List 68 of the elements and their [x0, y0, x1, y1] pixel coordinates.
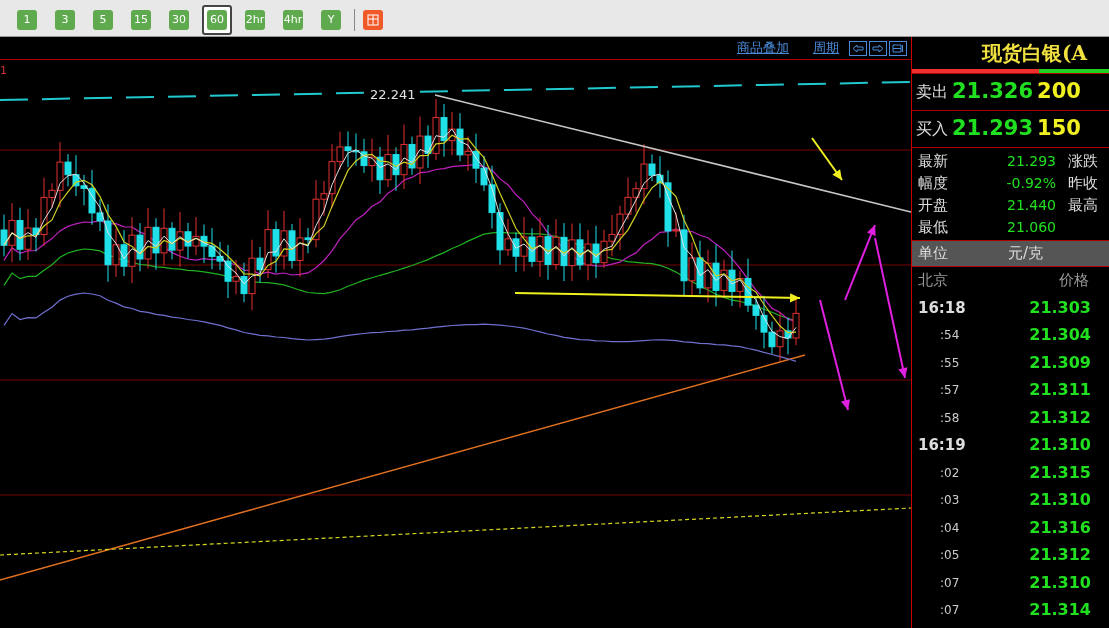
tick-time: :04	[939, 519, 960, 537]
time-header: 北京	[918, 270, 948, 292]
chart-link[interactable]: 周期	[813, 38, 839, 58]
tick-price: 21.304	[1029, 324, 1091, 347]
tick-price: 21.310	[1029, 489, 1091, 512]
layout-icon	[892, 43, 904, 53]
stat-value: 21.060	[1006, 217, 1056, 237]
stat-value: 21.293	[1006, 151, 1056, 171]
quote-price: 21.293	[952, 115, 1034, 143]
stat-label: 最低	[918, 216, 949, 238]
chart-link[interactable]: 商品叠加	[737, 38, 789, 58]
scroll-right-icon	[872, 43, 884, 53]
period-tab[interactable]: 30	[164, 5, 194, 35]
down-arrow	[811, 137, 843, 181]
pane-label: 1	[0, 63, 7, 79]
stat-label: 昨收	[1068, 172, 1098, 194]
tick-price: 21.312	[1029, 406, 1091, 429]
tick-price: 21.310	[1029, 434, 1091, 457]
tick-price: 21.314	[1029, 599, 1091, 622]
table-icon	[367, 14, 379, 26]
tick-price: 21.315	[1029, 461, 1091, 484]
stat-label: 涨跌	[1068, 150, 1098, 172]
tick-price: 21.311	[1029, 379, 1091, 402]
scroll-right-button[interactable]	[869, 40, 887, 56]
scroll-left-button[interactable]	[849, 40, 867, 56]
quote-label: 买入	[916, 118, 948, 140]
tick-price: 21.316	[1029, 516, 1091, 539]
stat-label: 最新	[918, 150, 949, 172]
tick-price: 21.303	[1029, 296, 1091, 319]
period-tab[interactable]: 1	[12, 5, 42, 35]
stat-value: 21.440	[1006, 195, 1056, 215]
scroll-left-icon	[852, 43, 864, 53]
peak-price-label: 22.241	[370, 88, 416, 101]
tick-time: 16:18	[917, 297, 966, 319]
quote-volume: 200	[1037, 78, 1081, 106]
stat-value: -0.92%	[1005, 173, 1056, 193]
tick-time: :54	[939, 327, 960, 345]
quote-volume: 150	[1037, 115, 1081, 143]
tick-time: :55	[939, 354, 960, 372]
stat-label: 幅度	[918, 172, 949, 194]
tick-price: 21.310	[1029, 571, 1091, 594]
tick-time: :02	[939, 464, 960, 482]
layout-button[interactable]	[889, 40, 907, 56]
tick-time: :07	[939, 574, 960, 592]
tick-time: :05	[939, 547, 960, 565]
instrument-title: 现货白银(A	[980, 40, 1089, 67]
tick-time: :03	[939, 492, 960, 510]
period-tab[interactable]: 15	[126, 5, 156, 35]
quote-label: 卖出	[916, 81, 948, 103]
unit-label: 单位	[918, 243, 949, 265]
tick-time: :57	[939, 382, 960, 400]
tick-price: 21.309	[1029, 351, 1091, 374]
grid-button[interactable]	[363, 10, 383, 30]
period-tab[interactable]: 2hr	[240, 5, 270, 35]
unit-value: 元/克	[1008, 243, 1044, 265]
period-tab[interactable]: Y	[316, 5, 346, 35]
tick-time: :58	[939, 409, 960, 427]
period-tab[interactable]: 5	[88, 5, 118, 35]
period-tab[interactable]: 3	[50, 5, 80, 35]
tick-time: 16:19	[917, 435, 966, 456]
price-header: 价格	[1059, 270, 1089, 292]
quote-price: 21.326	[952, 78, 1034, 106]
period-tab[interactable]: 60	[202, 5, 232, 35]
tick-time: :07	[939, 602, 960, 620]
period-tab[interactable]: 4hr	[278, 5, 308, 35]
stat-label: 最高	[1068, 194, 1098, 216]
stat-label: 开盘	[918, 194, 949, 216]
tick-price: 21.312	[1029, 544, 1091, 567]
